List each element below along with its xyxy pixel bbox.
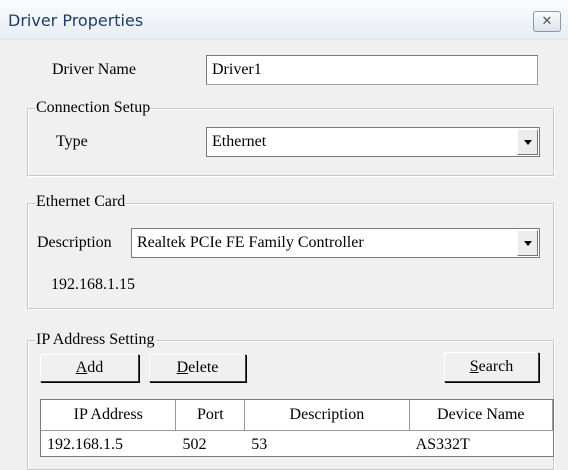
ethernet-card-dropdown-button[interactable] (517, 230, 538, 256)
driver-name-field[interactable]: Driver1 (206, 55, 538, 85)
driver-name-value: Driver1 (212, 61, 262, 78)
ip-address-setting-caption: IP Address Setting (35, 331, 156, 349)
search-button-label: Search (469, 358, 514, 375)
type-select-value: Ethernet (212, 133, 267, 150)
column-header-port[interactable]: Port (176, 400, 246, 431)
cell-description: 53 (251, 436, 268, 453)
ethernet-card-caption: Ethernet Card (35, 193, 127, 211)
cell-port: 502 (182, 436, 207, 453)
close-icon: ✕ (541, 14, 553, 29)
type-label: Type (56, 133, 88, 150)
column-header-ip-address[interactable]: IP Address (41, 400, 177, 431)
list-header: IP Address Port Description Device Name (41, 400, 553, 431)
chevron-down-icon (523, 139, 532, 145)
ethernet-card-value: Realtek PCIe FE Family Controller (137, 234, 364, 251)
driver-name-label: Driver Name (52, 61, 136, 78)
ethernet-ip-text: 192.168.1.15 (51, 276, 135, 293)
column-header-device-name[interactable]: Device Name (409, 400, 553, 431)
add-button[interactable]: Add (40, 354, 139, 382)
ethernet-card-select[interactable]: Realtek PCIe FE Family Controller (131, 228, 540, 258)
add-button-label: Add (75, 359, 104, 376)
connection-setup-caption: Connection Setup (35, 99, 152, 117)
title-bar: Driver Properties ✕ (0, 0, 568, 40)
cell-device-name: AS332T (415, 436, 470, 453)
delete-button[interactable]: Delete (149, 354, 246, 382)
type-dropdown-button[interactable] (517, 129, 538, 155)
column-header-description[interactable]: Description (245, 400, 410, 431)
list-item[interactable]: 192.168.1.5 502 53 AS332T (41, 433, 553, 456)
cell-ip-address: 192.168.1.5 (47, 436, 123, 453)
close-button[interactable]: ✕ (533, 11, 561, 32)
ip-address-list[interactable]: IP Address Port Description Device Name … (40, 399, 554, 457)
window-title: Driver Properties (8, 11, 144, 30)
type-select[interactable]: Ethernet (206, 127, 540, 157)
description-label: Description (37, 234, 112, 251)
chevron-down-icon (523, 240, 532, 246)
delete-button-label: Delete (176, 359, 219, 376)
search-button[interactable]: Search (444, 352, 539, 382)
